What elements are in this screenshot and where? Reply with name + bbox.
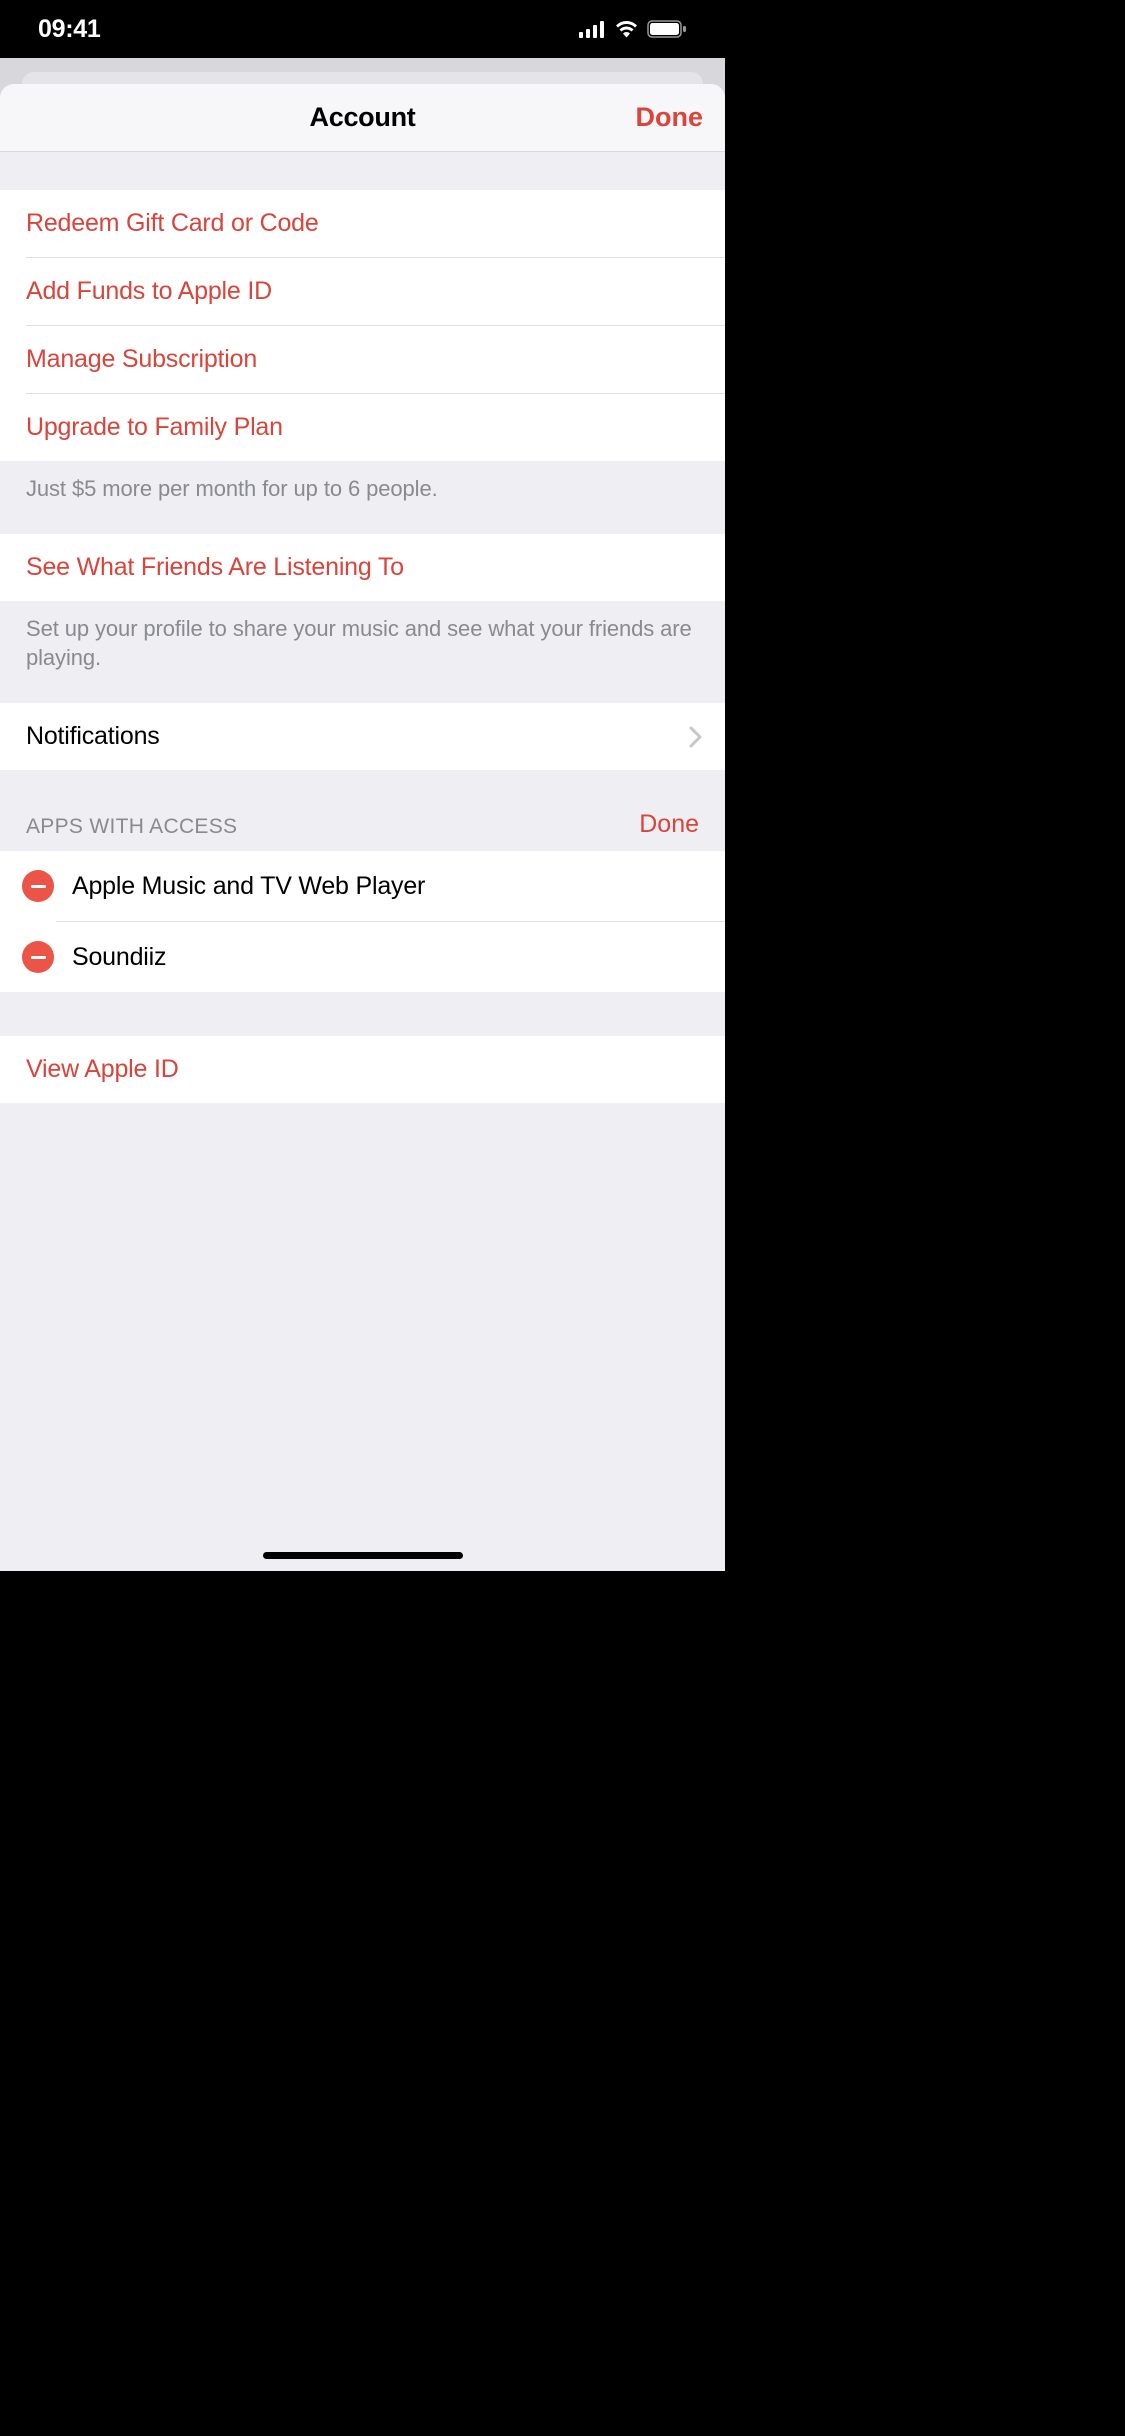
upgrade-family-footer: Just $5 more per month for up to 6 peopl…: [0, 461, 725, 534]
content-scroll[interactable]: Redeem Gift Card or Code Add Funds to Ap…: [0, 152, 725, 1571]
redeem-gift-card-row[interactable]: Redeem Gift Card or Code: [0, 190, 725, 257]
app-access-row[interactable]: Apple Music and TV Web Player: [0, 851, 725, 921]
battery-icon: [647, 20, 687, 38]
notifications-label: Notifications: [26, 722, 160, 751]
cellular-icon: [579, 21, 606, 38]
status-icons: [579, 20, 687, 38]
home-indicator[interactable]: [263, 1552, 463, 1559]
remove-app-button[interactable]: [22, 870, 54, 902]
nav-header: Account Done: [0, 84, 725, 152]
manage-subscription-row[interactable]: Manage Subscription: [0, 326, 725, 393]
done-button[interactable]: Done: [636, 102, 704, 133]
redeem-gift-card-label: Redeem Gift Card or Code: [26, 209, 319, 238]
status-bar: 09:41: [0, 0, 725, 58]
add-funds-label: Add Funds to Apple ID: [26, 277, 272, 306]
background-sheet-hint: [22, 72, 703, 84]
friends-listening-footer: Set up your profile to share your music …: [0, 601, 725, 703]
manage-subscription-label: Manage Subscription: [26, 345, 257, 374]
page-title: Account: [310, 102, 416, 133]
app-access-row[interactable]: Soundiiz: [0, 922, 725, 992]
notifications-row[interactable]: Notifications: [0, 703, 725, 770]
upgrade-family-row[interactable]: Upgrade to Family Plan: [0, 394, 725, 461]
view-apple-id-label: View Apple ID: [26, 1055, 179, 1084]
add-funds-row[interactable]: Add Funds to Apple ID: [0, 258, 725, 325]
view-apple-id-row[interactable]: View Apple ID: [0, 1036, 725, 1103]
app-name-label: Soundiiz: [72, 943, 166, 972]
apps-with-access-title: APPS WITH ACCESS: [26, 815, 237, 839]
apps-with-access-header: APPS WITH ACCESS Done: [0, 770, 725, 851]
apps-with-access-done-button[interactable]: Done: [639, 810, 699, 839]
chevron-right-icon: [689, 726, 703, 748]
upgrade-family-label: Upgrade to Family Plan: [26, 413, 283, 442]
friends-listening-label: See What Friends Are Listening To: [26, 553, 404, 582]
app-name-label: Apple Music and TV Web Player: [72, 872, 425, 901]
status-time: 09:41: [38, 15, 100, 44]
friends-listening-row[interactable]: See What Friends Are Listening To: [0, 534, 725, 601]
wifi-icon: [614, 20, 639, 38]
account-sheet: Account Done Redeem Gift Card or Code Ad…: [0, 84, 725, 1571]
remove-app-button[interactable]: [22, 941, 54, 973]
